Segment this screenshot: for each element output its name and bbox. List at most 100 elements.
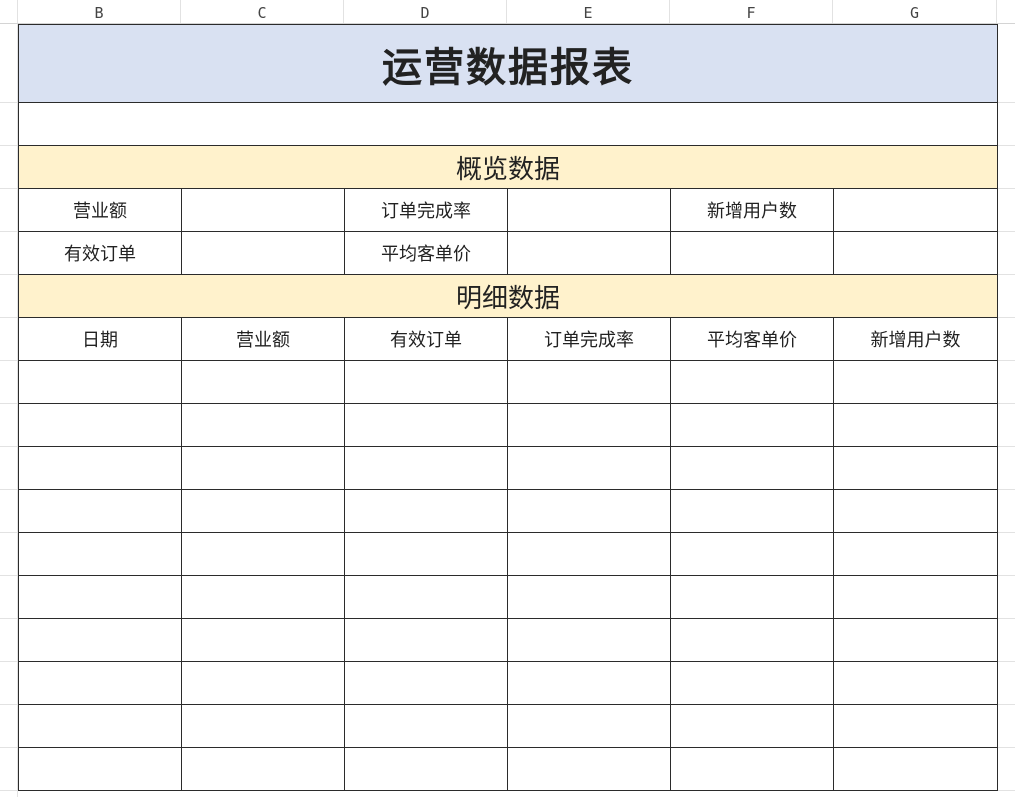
detail-cell[interactable] — [832, 747, 999, 791]
detail-cell[interactable] — [18, 575, 182, 619]
detail-cell[interactable] — [181, 532, 345, 576]
overview-label-completion-rate[interactable]: 订单完成率 — [344, 188, 508, 232]
column-header-b[interactable]: B — [18, 0, 181, 24]
detail-cell[interactable] — [670, 446, 834, 490]
overview-value-new-users[interactable] — [832, 188, 999, 232]
overview-row-1: 营业额 订单完成率 新增用户数 — [18, 188, 999, 232]
gutter-gridline — [0, 704, 18, 705]
detail-cell[interactable] — [181, 704, 345, 748]
detail-cell[interactable] — [344, 704, 508, 748]
detail-cell[interactable] — [344, 532, 508, 576]
select-all-corner[interactable] — [0, 0, 18, 24]
detail-cell[interactable] — [18, 661, 182, 705]
detail-cell[interactable] — [670, 360, 834, 404]
detail-header-completion-rate[interactable]: 订单完成率 — [507, 317, 671, 361]
overview-value-revenue[interactable] — [181, 188, 345, 232]
detail-cell[interactable] — [344, 575, 508, 619]
detail-cell[interactable] — [832, 360, 999, 404]
detail-cell[interactable] — [670, 704, 834, 748]
detail-cell[interactable] — [344, 360, 508, 404]
detail-cell[interactable] — [18, 747, 182, 791]
column-header-e[interactable]: E — [507, 0, 670, 24]
detail-cell[interactable] — [507, 618, 671, 662]
overview-value-completion-rate[interactable] — [507, 188, 671, 232]
detail-cell[interactable] — [507, 360, 671, 404]
detail-cell[interactable] — [18, 704, 182, 748]
detail-cell[interactable] — [344, 747, 508, 791]
overview-empty-label[interactable] — [670, 231, 834, 275]
detail-cell[interactable] — [670, 403, 834, 447]
detail-cell[interactable] — [507, 575, 671, 619]
detail-cell[interactable] — [507, 661, 671, 705]
detail-cell[interactable] — [344, 446, 508, 490]
detail-header-avg-order-value[interactable]: 平均客单价 — [670, 317, 834, 361]
detail-cell[interactable] — [832, 489, 999, 533]
detail-cell[interactable] — [18, 532, 182, 576]
detail-header-revenue[interactable]: 营业额 — [181, 317, 345, 361]
detail-cell[interactable] — [832, 446, 999, 490]
detail-cell[interactable] — [507, 704, 671, 748]
detail-cell[interactable] — [507, 489, 671, 533]
detail-cell[interactable] — [670, 661, 834, 705]
overview-label-valid-orders[interactable]: 有效订单 — [18, 231, 182, 275]
detail-cell[interactable] — [344, 489, 508, 533]
detail-section-title[interactable]: 明细数据 — [17, 274, 999, 318]
detail-header-new-users[interactable]: 新增用户数 — [832, 317, 999, 361]
overview-section-title[interactable]: 概览数据 — [17, 145, 999, 189]
detail-cell[interactable] — [832, 532, 999, 576]
column-header-c[interactable]: C — [181, 0, 344, 24]
detail-cell[interactable] — [670, 532, 834, 576]
detail-cell[interactable] — [670, 575, 834, 619]
detail-cell[interactable] — [507, 747, 671, 791]
detail-cell[interactable] — [670, 489, 834, 533]
detail-cell[interactable] — [181, 403, 345, 447]
report-title[interactable]: 运营数据报表 — [17, 24, 999, 103]
margin-gridline — [997, 790, 1015, 791]
detail-cell[interactable] — [832, 575, 999, 619]
detail-cell[interactable] — [507, 446, 671, 490]
detail-cell[interactable] — [344, 403, 508, 447]
blank-row[interactable] — [17, 102, 999, 146]
overview-value-valid-orders[interactable] — [181, 231, 345, 275]
detail-cell[interactable] — [18, 618, 182, 662]
margin-gridline — [997, 145, 1015, 146]
detail-cell[interactable] — [832, 618, 999, 662]
detail-cell[interactable] — [181, 360, 345, 404]
detail-cell[interactable] — [832, 661, 999, 705]
detail-cell[interactable] — [181, 661, 345, 705]
detail-header-date[interactable]: 日期 — [18, 317, 182, 361]
detail-cell[interactable] — [344, 618, 508, 662]
gutter-gridline — [0, 747, 18, 748]
column-header-f[interactable]: F — [670, 0, 833, 24]
detail-cell[interactable] — [832, 704, 999, 748]
detail-cell[interactable] — [181, 446, 345, 490]
detail-row — [18, 575, 999, 619]
detail-cell[interactable] — [181, 575, 345, 619]
overview-label-avg-order-value[interactable]: 平均客单价 — [344, 231, 508, 275]
detail-cell[interactable] — [181, 618, 345, 662]
detail-cell[interactable] — [18, 489, 182, 533]
detail-cell[interactable] — [344, 661, 508, 705]
detail-cell[interactable] — [507, 532, 671, 576]
overview-label-revenue[interactable]: 营业额 — [18, 188, 182, 232]
detail-cell[interactable] — [670, 747, 834, 791]
detail-cell[interactable] — [18, 360, 182, 404]
detail-row — [18, 489, 999, 533]
overview-label-new-users[interactable]: 新增用户数 — [670, 188, 834, 232]
detail-cell[interactable] — [181, 489, 345, 533]
margin-gridline — [997, 661, 1015, 662]
detail-header-valid-orders[interactable]: 有效订单 — [344, 317, 508, 361]
gutter-gridline — [0, 661, 18, 662]
overview-value-avg-order-value[interactable] — [507, 231, 671, 275]
column-header-d[interactable]: D — [344, 0, 507, 24]
detail-cell[interactable] — [507, 403, 671, 447]
detail-cell[interactable] — [832, 403, 999, 447]
margin-gridline — [997, 231, 1015, 232]
margin-gridline — [997, 704, 1015, 705]
detail-cell[interactable] — [18, 403, 182, 447]
detail-cell[interactable] — [18, 446, 182, 490]
detail-cell[interactable] — [670, 618, 834, 662]
detail-cell[interactable] — [181, 747, 345, 791]
overview-empty-value[interactable] — [832, 231, 999, 275]
column-header-g[interactable]: G — [833, 0, 997, 24]
